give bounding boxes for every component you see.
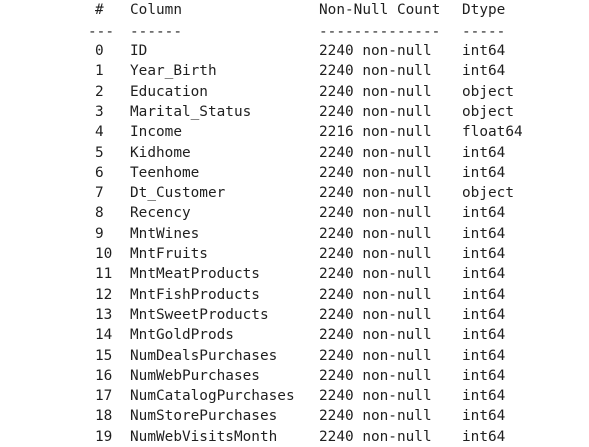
row-index: 3	[95, 103, 104, 120]
row-index: 19	[95, 428, 113, 445]
row-index: 13	[95, 306, 113, 323]
row-column-name: Teenhome	[130, 164, 200, 181]
row-non-null-count: 2240 non-null	[319, 408, 432, 425]
row-non-null-count: 2240 non-null	[319, 327, 432, 344]
row-column-name: NumStorePurchases	[130, 408, 278, 425]
row-column-name: Recency	[130, 205, 191, 222]
row-column-name: NumWebPurchases	[130, 367, 260, 384]
row-index: 0	[95, 43, 104, 59]
row-non-null-count: 2240 non-null	[319, 205, 432, 222]
row-non-null-count: 2240 non-null	[319, 43, 432, 59]
row-column-name: Dt_Customer	[130, 185, 226, 202]
row-non-null-count: 2240 non-null	[319, 63, 432, 80]
row-non-null-count: 2240 non-null	[319, 347, 432, 364]
row-index: 15	[95, 347, 113, 364]
row-index: 17	[95, 388, 113, 405]
row-index: 14	[95, 327, 113, 344]
row-dtype: int64	[462, 43, 506, 59]
row-index: 6	[95, 164, 104, 181]
dataframe-info-output: # Column Non-Null Count Dtype --- ------…	[0, 0, 589, 445]
row-column-name: MntFishProducts	[130, 286, 260, 303]
row-non-null-count: 2240 non-null	[319, 185, 432, 202]
row-dtype: object	[462, 185, 514, 202]
row-index: 4	[95, 124, 104, 141]
row-non-null-count: 2240 non-null	[319, 164, 432, 181]
row-dtype: int64	[462, 306, 506, 323]
row-column-name: NumCatalogPurchases	[130, 388, 295, 405]
row-column-name: Education	[130, 83, 208, 100]
row-dtype: int64	[462, 266, 506, 283]
row-non-null-count: 2240 non-null	[319, 103, 432, 120]
row-dtype: int64	[462, 246, 506, 262]
header-index: #	[95, 2, 104, 18]
row-column-name: MntGoldProds	[130, 327, 234, 344]
row-column-name: NumDealsPurchases	[130, 347, 278, 364]
separator-row: --- ------ -------------- -----	[0, 22, 505, 42]
row-non-null-count: 2240 non-null	[319, 367, 432, 384]
row-column-name: NumWebVisitsMonth	[130, 428, 278, 445]
separator-dtype: -----	[462, 24, 506, 40]
row-non-null-count: 2240 non-null	[319, 266, 432, 283]
row-index: 18	[95, 408, 113, 425]
row-index: 1	[95, 63, 104, 80]
separator-index: ---	[88, 24, 114, 40]
row-index: 11	[95, 266, 113, 283]
row-dtype: int64	[462, 164, 506, 181]
separator-column: ------	[130, 24, 182, 40]
header-non-null-count: Non-Null Count	[319, 2, 441, 18]
row-index: 5	[95, 144, 104, 161]
row-non-null-count: 2240 non-null	[319, 428, 432, 445]
header-dtype: Dtype	[462, 2, 506, 18]
separator-non-null-count: --------------	[319, 24, 441, 40]
row-dtype: int64	[462, 367, 506, 384]
row-index: 9	[95, 225, 104, 242]
row-dtype: int64	[462, 327, 506, 344]
row-non-null-count: 2240 non-null	[319, 286, 432, 303]
row-column-name: Income	[130, 124, 182, 141]
row-non-null-count: 2240 non-null	[319, 306, 432, 323]
row-column-name: Marital_Status	[130, 103, 252, 120]
row-non-null-count: 2240 non-null	[319, 144, 432, 161]
row-dtype: int64	[462, 225, 506, 242]
row-non-null-count: 2240 non-null	[319, 225, 432, 242]
row-index: 16	[95, 367, 113, 384]
row-index: 10	[95, 246, 113, 262]
header-column: Column	[130, 2, 182, 18]
row-non-null-count: 2216 non-null	[319, 124, 432, 141]
row-column-name: MntMeatProducts	[130, 266, 260, 283]
row-column-name: Kidhome	[130, 144, 191, 161]
row-dtype: int64	[462, 144, 506, 161]
row-column-name: MntFruits	[130, 246, 208, 262]
row-dtype: int64	[462, 428, 506, 445]
row-dtype: int64	[462, 408, 506, 425]
row-index: 7	[95, 185, 104, 202]
row-non-null-count: 2240 non-null	[319, 246, 432, 262]
row-column-name: Year_Birth	[130, 63, 217, 80]
row-dtype: int64	[462, 388, 506, 405]
row-dtype: float64	[462, 124, 523, 141]
row-non-null-count: 2240 non-null	[319, 83, 432, 100]
row-index: 12	[95, 286, 113, 303]
row-dtype: int64	[462, 63, 506, 80]
row-column-name: MntWines	[130, 225, 200, 242]
row-non-null-count: 2240 non-null	[319, 388, 432, 405]
row-index: 2	[95, 83, 104, 100]
row-dtype: object	[462, 103, 514, 120]
row-column-name: MntSweetProducts	[130, 306, 269, 323]
row-dtype: int64	[462, 347, 506, 364]
row-dtype: int64	[462, 286, 506, 303]
row-dtype: object	[462, 83, 514, 100]
row-dtype: int64	[462, 205, 506, 222]
row-index: 8	[95, 205, 104, 222]
header-row: # Column Non-Null Count Dtype	[0, 0, 505, 20]
row-column-name: ID	[130, 43, 148, 59]
